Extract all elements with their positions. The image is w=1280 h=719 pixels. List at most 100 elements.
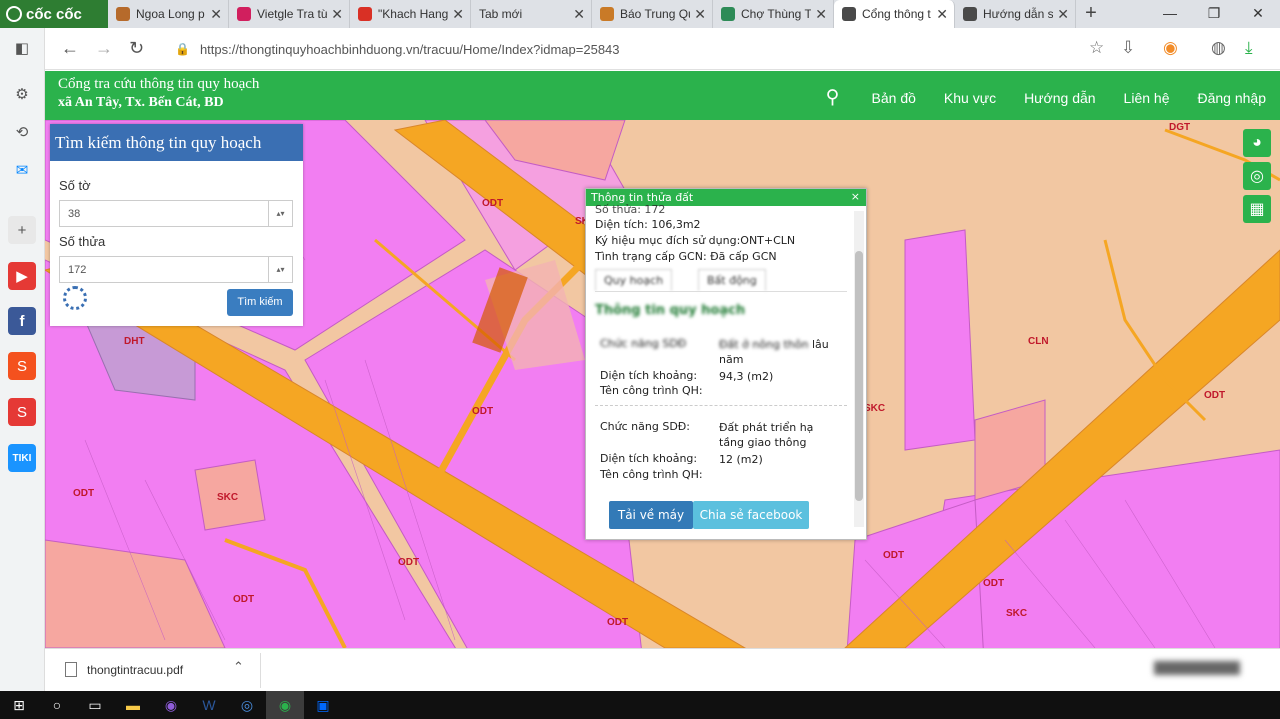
search-button[interactable]: Tìm kiếm <box>227 289 293 316</box>
profile-icon[interactable]: ◍ <box>1211 38 1226 58</box>
download-extension-icon[interactable]: ⇩ <box>1121 38 1135 58</box>
search-icon[interactable]: ⚲ <box>826 86 840 109</box>
coccoc-icon <box>6 6 22 22</box>
tab-close-icon[interactable]: ✕ <box>210 6 222 23</box>
tab-title: Báo Trung Qu <box>620 7 690 21</box>
globe-icon[interactable]: ◕ <box>1243 129 1271 157</box>
reload-icon[interactable]: ↻ <box>129 38 144 59</box>
tab-3[interactable]: Tab mới ✕ <box>471 0 592 28</box>
address-bar-row: ← → ↻ 🔒 https://thongtinquyhoachbinhduon… <box>45 28 1280 70</box>
chevron-up-icon[interactable]: ⌃ <box>233 659 244 675</box>
tab-close-icon[interactable]: ✕ <box>1057 6 1069 23</box>
site-subtitle: xã An Tây, Tx. Bến Cát, BD <box>58 95 224 110</box>
scrollbar-thumb[interactable] <box>855 251 863 501</box>
block2-func-val: Đất phát triển hạ tầng giao thông <box>719 421 814 449</box>
dien-tich-line: Diện tích: 106,3m2 <box>595 218 701 231</box>
nav-lien-he[interactable]: Liên hệ <box>1124 90 1170 106</box>
download-icon[interactable]: ⤓ <box>1245 38 1253 58</box>
coccoc-taskbar-icon[interactable]: ◉ <box>266 691 304 719</box>
block2-name-key: Tên công trình QH: <box>600 468 703 481</box>
tab-1[interactable]: Vietgle Tra từ ✕ <box>229 0 350 28</box>
zone-label: SKC <box>217 492 239 503</box>
show-all-blurred[interactable] <box>1154 661 1240 675</box>
taskview-icon[interactable]: ▭ <box>76 691 114 719</box>
block-divider <box>595 405 847 406</box>
so-to-dropdown-icon[interactable]: ▴▾ <box>268 201 292 226</box>
tab-6-active[interactable]: Cổng thông t ✕ <box>834 0 955 28</box>
new-tab-button[interactable]: + <box>1076 0 1106 28</box>
windows-start-icon[interactable]: ⊞ <box>0 691 38 719</box>
tab-close-icon[interactable]: ✕ <box>694 6 706 23</box>
tab-favicon-icon <box>842 7 856 21</box>
tab-favicon-icon <box>237 7 251 21</box>
history-icon[interactable]: ⟲ <box>8 118 36 146</box>
tab-close-icon[interactable]: ✕ <box>815 6 827 23</box>
so-to-value: 38 <box>68 208 81 220</box>
nav-khu-vuc[interactable]: Khu vực <box>944 90 996 106</box>
sidebar-toggle-icon[interactable]: ◧ <box>8 34 36 62</box>
back-icon[interactable]: ← <box>61 38 79 59</box>
youtube-icon[interactable]: ▶ <box>8 262 36 290</box>
tab-bat-dong[interactable]: Bất động <box>698 269 766 291</box>
tiki-icon[interactable]: TIKI <box>8 444 36 472</box>
settings-icon[interactable]: ⚙ <box>8 80 36 108</box>
file-explorer-icon[interactable]: ▬ <box>114 691 152 719</box>
app-icon[interactable]: ◎ <box>228 691 266 719</box>
zone-label: SKC <box>864 403 886 414</box>
download-filename: thongtintracuu.pdf <box>87 662 184 677</box>
so-to-input[interactable]: 38 ▴▾ <box>59 200 293 227</box>
tab-close-icon[interactable]: ✕ <box>936 6 948 23</box>
download-item[interactable]: thongtintracuu.pdf <box>65 662 183 677</box>
tab-favicon-icon <box>600 7 614 21</box>
maximize-icon[interactable]: ❐ <box>1192 0 1236 28</box>
brand-name: cốc cốc <box>26 5 82 23</box>
forward-icon[interactable]: → <box>95 38 113 59</box>
tab-0[interactable]: Ngoa Long p ✕ <box>108 0 229 28</box>
tab-quy-hoach[interactable]: Quy hoạch <box>595 269 673 291</box>
tab-2[interactable]: "Khach Hang ✕ <box>350 0 471 28</box>
tab-favicon-icon <box>721 7 735 21</box>
nav-ban-do[interactable]: Bản đồ <box>872 90 916 106</box>
bookmark-star-icon[interactable]: ☆ <box>1089 38 1104 58</box>
zone-label: ODT <box>983 578 1005 589</box>
tab-7[interactable]: Hướng dẫn s ✕ <box>955 0 1076 28</box>
tab-close-icon[interactable]: ✕ <box>331 6 343 23</box>
url-bar[interactable]: 🔒 https://thongtinquyhoachbinhduong.vn/t… <box>165 35 1105 63</box>
window-close-icon[interactable]: ✕ <box>1236 0 1280 28</box>
coccoc-logo[interactable]: cốc cốc <box>0 0 108 28</box>
zone-label: ODT <box>233 594 255 605</box>
tab-close-icon[interactable]: ✕ <box>573 6 585 23</box>
map-layers-icon[interactable]: ▦ <box>1243 195 1271 223</box>
search-circle-icon[interactable]: ○ <box>38 691 76 719</box>
so-thua-dropdown-icon[interactable]: ▴▾ <box>268 257 292 282</box>
locate-icon[interactable]: ◎ <box>1243 162 1271 190</box>
popup-close-icon[interactable]: × <box>851 190 860 203</box>
tab-close-icon[interactable]: ✕ <box>452 6 464 23</box>
block2-area-key: Diện tích khoảng: <box>600 452 698 465</box>
downloads-separator <box>260 653 261 688</box>
nav-huong-dan[interactable]: Hướng dẫn <box>1024 90 1095 106</box>
word-icon[interactable]: W <box>190 691 228 719</box>
site-nav: ⚲ Bản đồ Khu vực Hướng dẫn Liên hệ Đăng … <box>826 86 1266 109</box>
facebook-icon[interactable]: f <box>8 307 36 335</box>
minimize-icon[interactable]: — <box>1148 0 1192 28</box>
share-facebook-button[interactable]: Chia sẻ facebook <box>693 501 809 529</box>
add-app-icon[interactable]: + <box>8 216 36 244</box>
download-button[interactable]: Tải về máy <box>609 501 693 529</box>
coccoc-extension-icon[interactable]: ◉ <box>1163 38 1178 58</box>
tab-5[interactable]: Chợ Thùng T ✕ <box>713 0 834 28</box>
viber-icon[interactable]: ◉ <box>152 691 190 719</box>
tab-divider <box>595 291 847 292</box>
messenger-icon[interactable]: ✉ <box>8 156 36 184</box>
sendo-icon[interactable]: S <box>8 398 36 426</box>
nav-dang-nhap[interactable]: Đăng nhập <box>1197 90 1266 106</box>
zone-label: CLN <box>1028 336 1049 347</box>
zalo-icon[interactable]: ▣ <box>304 691 342 719</box>
tab-4[interactable]: Báo Trung Qu ✕ <box>592 0 713 28</box>
pdf-file-icon <box>65 662 77 677</box>
tab-title: Chợ Thùng T <box>741 7 811 21</box>
shopee-icon[interactable]: S <box>8 352 36 380</box>
so-thua-input[interactable]: 172 ▴▾ <box>59 256 293 283</box>
popup-scrollbar[interactable] <box>854 211 864 527</box>
downloads-bar: thongtintracuu.pdf ⌃ <box>45 648 1280 691</box>
